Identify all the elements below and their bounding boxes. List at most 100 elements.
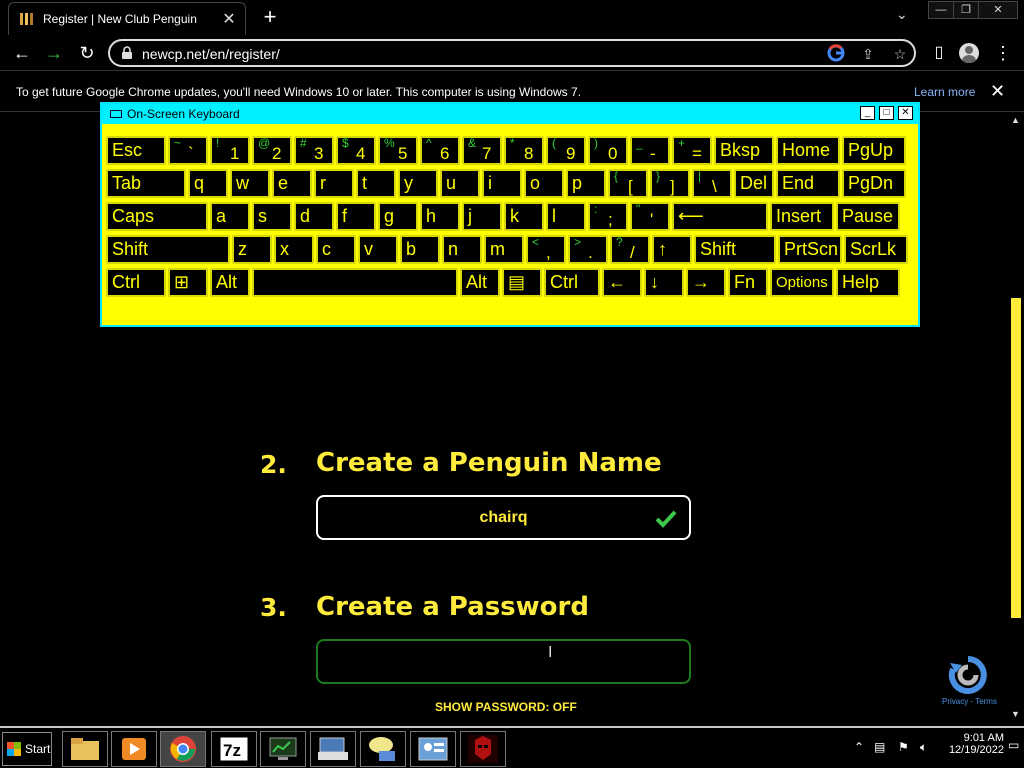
- osk-key-q[interactable]: q: [188, 169, 228, 198]
- osk-key-ctrl[interactable]: Ctrl: [106, 268, 166, 297]
- address-bar[interactable]: newcp.net/en/register/ ⇪ ☆: [108, 39, 916, 67]
- osk-key-a[interactable]: a: [210, 202, 250, 231]
- osk-key-home[interactable]: Home: [776, 136, 840, 165]
- osk-key-x[interactable]: x: [274, 235, 314, 264]
- osk-key-symbol[interactable]: ⟵: [672, 202, 768, 231]
- osk-key-symbol[interactable]: ↓: [644, 268, 684, 297]
- osk-title-bar[interactable]: On-Screen Keyboard _ □ ✕: [102, 104, 918, 124]
- osk-key-0[interactable]: ) 0: [588, 136, 628, 165]
- osk-key-symbol[interactable]: + =: [672, 136, 712, 165]
- action-center-flag-icon[interactable]: ⚑: [898, 740, 909, 754]
- osk-key-8[interactable]: * 8: [504, 136, 544, 165]
- window-close-button[interactable]: ✕: [978, 1, 1018, 19]
- window-minimize-button[interactable]: —: [928, 1, 954, 19]
- osk-key-b[interactable]: b: [400, 235, 440, 264]
- osk-key-6[interactable]: ^ 6: [420, 136, 460, 165]
- osk-key-m[interactable]: m: [484, 235, 524, 264]
- osk-key-symbol[interactable]: ? /: [610, 235, 650, 264]
- osk-key-s[interactable]: s: [252, 202, 292, 231]
- penguin-name-input[interactable]: chairq: [316, 495, 691, 540]
- osk-key-ctrl[interactable]: Ctrl: [544, 268, 600, 297]
- osk-key-i[interactable]: i: [482, 169, 522, 198]
- start-button[interactable]: Start: [2, 732, 52, 766]
- network-icon[interactable]: ▤: [874, 740, 885, 754]
- osk-key-symbol[interactable]: ←: [602, 268, 642, 297]
- osk-key-symbol[interactable]: →: [686, 268, 726, 297]
- osk-key-pgup[interactable]: PgUp: [842, 136, 906, 165]
- osk-key-u[interactable]: u: [440, 169, 480, 198]
- volume-icon[interactable]: 🔈︎: [920, 740, 927, 755]
- taskbar-chat-button[interactable]: [360, 731, 406, 767]
- osk-key-pause[interactable]: Pause: [836, 202, 900, 231]
- osk-key-prtscn[interactable]: PrtScn: [778, 235, 842, 264]
- osk-key-z[interactable]: z: [232, 235, 272, 264]
- osk-key-n[interactable]: n: [442, 235, 482, 264]
- taskbar-chrome-button[interactable]: [160, 731, 206, 767]
- osk-key-space[interactable]: [252, 268, 458, 297]
- osk-key-symbol[interactable]: " ': [630, 202, 670, 231]
- osk-key-t[interactable]: t: [356, 169, 396, 198]
- reload-icon[interactable]: ↻: [76, 42, 98, 64]
- scrollbar-thumb[interactable]: [1011, 298, 1021, 618]
- osk-key-5[interactable]: % 5: [378, 136, 418, 165]
- osk-key-caps[interactable]: Caps: [106, 202, 208, 231]
- osk-key-e[interactable]: e: [272, 169, 312, 198]
- osk-key-alt[interactable]: Alt: [460, 268, 500, 297]
- share-icon[interactable]: ⇪: [858, 44, 878, 64]
- osk-key-4[interactable]: $4: [336, 136, 376, 165]
- osk-key-l[interactable]: l: [546, 202, 586, 231]
- osk-key-symbol[interactable]: _ -: [630, 136, 670, 165]
- osk-key-symbol[interactable]: {[: [608, 169, 648, 198]
- taskbar-terminal-button[interactable]: [260, 731, 306, 767]
- osk-key-f[interactable]: f: [336, 202, 376, 231]
- password-input[interactable]: [316, 639, 691, 684]
- osk-key-symbol[interactable]: ▤: [502, 268, 542, 297]
- tab-search-chevron-icon[interactable]: ⌄: [896, 6, 908, 23]
- osk-key-1[interactable]: ! 1: [210, 136, 250, 165]
- osk-key-insert[interactable]: Insert: [770, 202, 834, 231]
- osk-key-g[interactable]: g: [378, 202, 418, 231]
- taskbar-osk-button[interactable]: [310, 731, 356, 767]
- forward-arrow-icon[interactable]: →: [43, 42, 65, 64]
- recaptcha-badge[interactable]: Privacy - Terms: [942, 653, 998, 713]
- osk-key-tab[interactable]: Tab: [106, 169, 186, 198]
- back-arrow-icon[interactable]: ←: [11, 42, 33, 64]
- osk-key-h[interactable]: h: [420, 202, 460, 231]
- osk-key-y[interactable]: y: [398, 169, 438, 198]
- scroll-down-arrow-icon[interactable]: ▼: [1011, 709, 1020, 719]
- chrome-menu-icon[interactable]: ⋮: [992, 42, 1014, 64]
- osk-key-bksp[interactable]: Bksp: [714, 136, 774, 165]
- osk-key-j[interactable]: j: [462, 202, 502, 231]
- bookmark-star-icon[interactable]: ☆: [890, 44, 910, 64]
- osk-key-symbol[interactable]: ↑: [652, 235, 692, 264]
- learn-more-link[interactable]: Learn more: [914, 85, 975, 99]
- side-panel-icon[interactable]: ▯: [928, 42, 950, 64]
- new-tab-button[interactable]: +: [258, 4, 282, 30]
- osk-close-button[interactable]: ✕: [898, 106, 913, 120]
- taskbar-media-button[interactable]: [111, 731, 157, 767]
- osk-key-options[interactable]: Options: [770, 268, 834, 297]
- osk-key-alt[interactable]: Alt: [210, 268, 250, 297]
- osk-key-symbol[interactable]: }]: [650, 169, 690, 198]
- osk-key-3[interactable]: #3: [294, 136, 334, 165]
- page-scrollbar[interactable]: ▲ ▼: [1008, 113, 1024, 725]
- osk-key-2[interactable]: @2: [252, 136, 292, 165]
- tab-close-icon[interactable]: ✕: [219, 9, 239, 29]
- scroll-up-arrow-icon[interactable]: ▲: [1011, 115, 1020, 125]
- osk-key-r[interactable]: r: [314, 169, 354, 198]
- osk-key-symbol[interactable]: ~ `: [168, 136, 208, 165]
- taskbar-explorer-button[interactable]: [62, 731, 108, 767]
- osk-key-end[interactable]: End: [776, 169, 840, 198]
- osk-key-shift[interactable]: Shift: [694, 235, 776, 264]
- osk-key-symbol[interactable]: >.: [568, 235, 608, 264]
- system-clock[interactable]: 9:01 AM 12/19/2022: [944, 732, 1004, 756]
- osk-key-o[interactable]: o: [524, 169, 564, 198]
- osk-key-shift[interactable]: Shift: [106, 235, 230, 264]
- osk-minimize-button[interactable]: _: [860, 106, 875, 120]
- osk-key-w[interactable]: w: [230, 169, 270, 198]
- osk-key-v[interactable]: v: [358, 235, 398, 264]
- tray-expand-icon[interactable]: ⌃: [854, 740, 864, 754]
- osk-key-scrlk[interactable]: ScrLk: [844, 235, 908, 264]
- osk-key-symbol[interactable]: | \: [692, 169, 732, 198]
- infobar-close-icon[interactable]: ✕: [990, 81, 1005, 102]
